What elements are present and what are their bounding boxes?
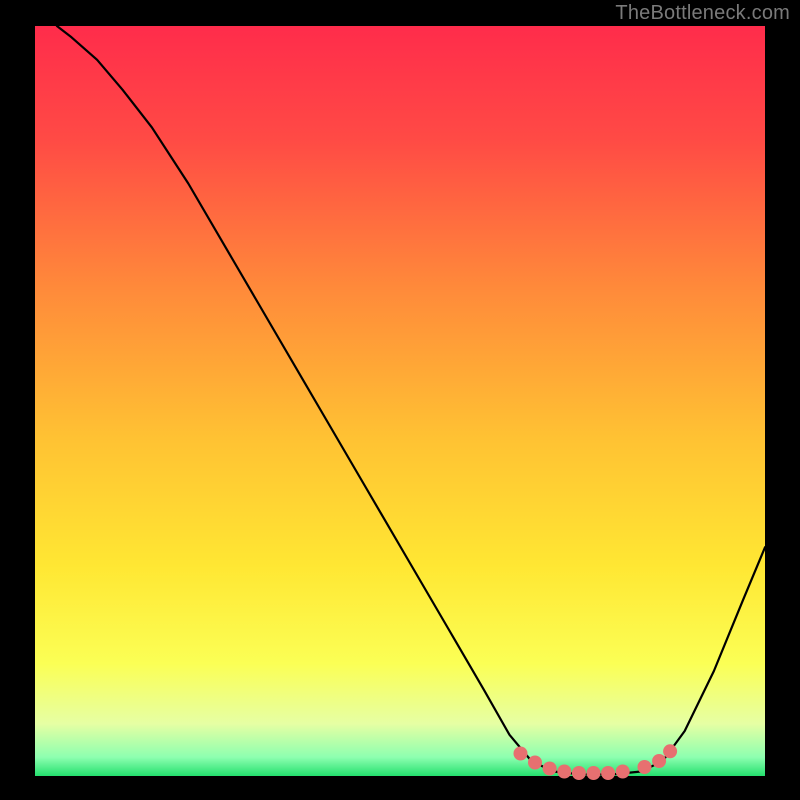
chart-container: TheBottleneck.com — [0, 0, 800, 800]
optimal-marker — [616, 765, 630, 779]
optimal-marker — [514, 747, 528, 761]
optimal-marker — [528, 756, 542, 770]
optimal-marker — [601, 766, 615, 780]
optimal-marker — [663, 744, 677, 758]
plot-background — [35, 26, 765, 776]
optimal-marker — [652, 754, 666, 768]
optimal-marker — [572, 766, 586, 780]
bottleneck-chart — [0, 0, 800, 800]
optimal-marker — [557, 765, 571, 779]
optimal-marker — [638, 760, 652, 774]
optimal-marker — [543, 762, 557, 776]
optimal-marker — [587, 766, 601, 780]
